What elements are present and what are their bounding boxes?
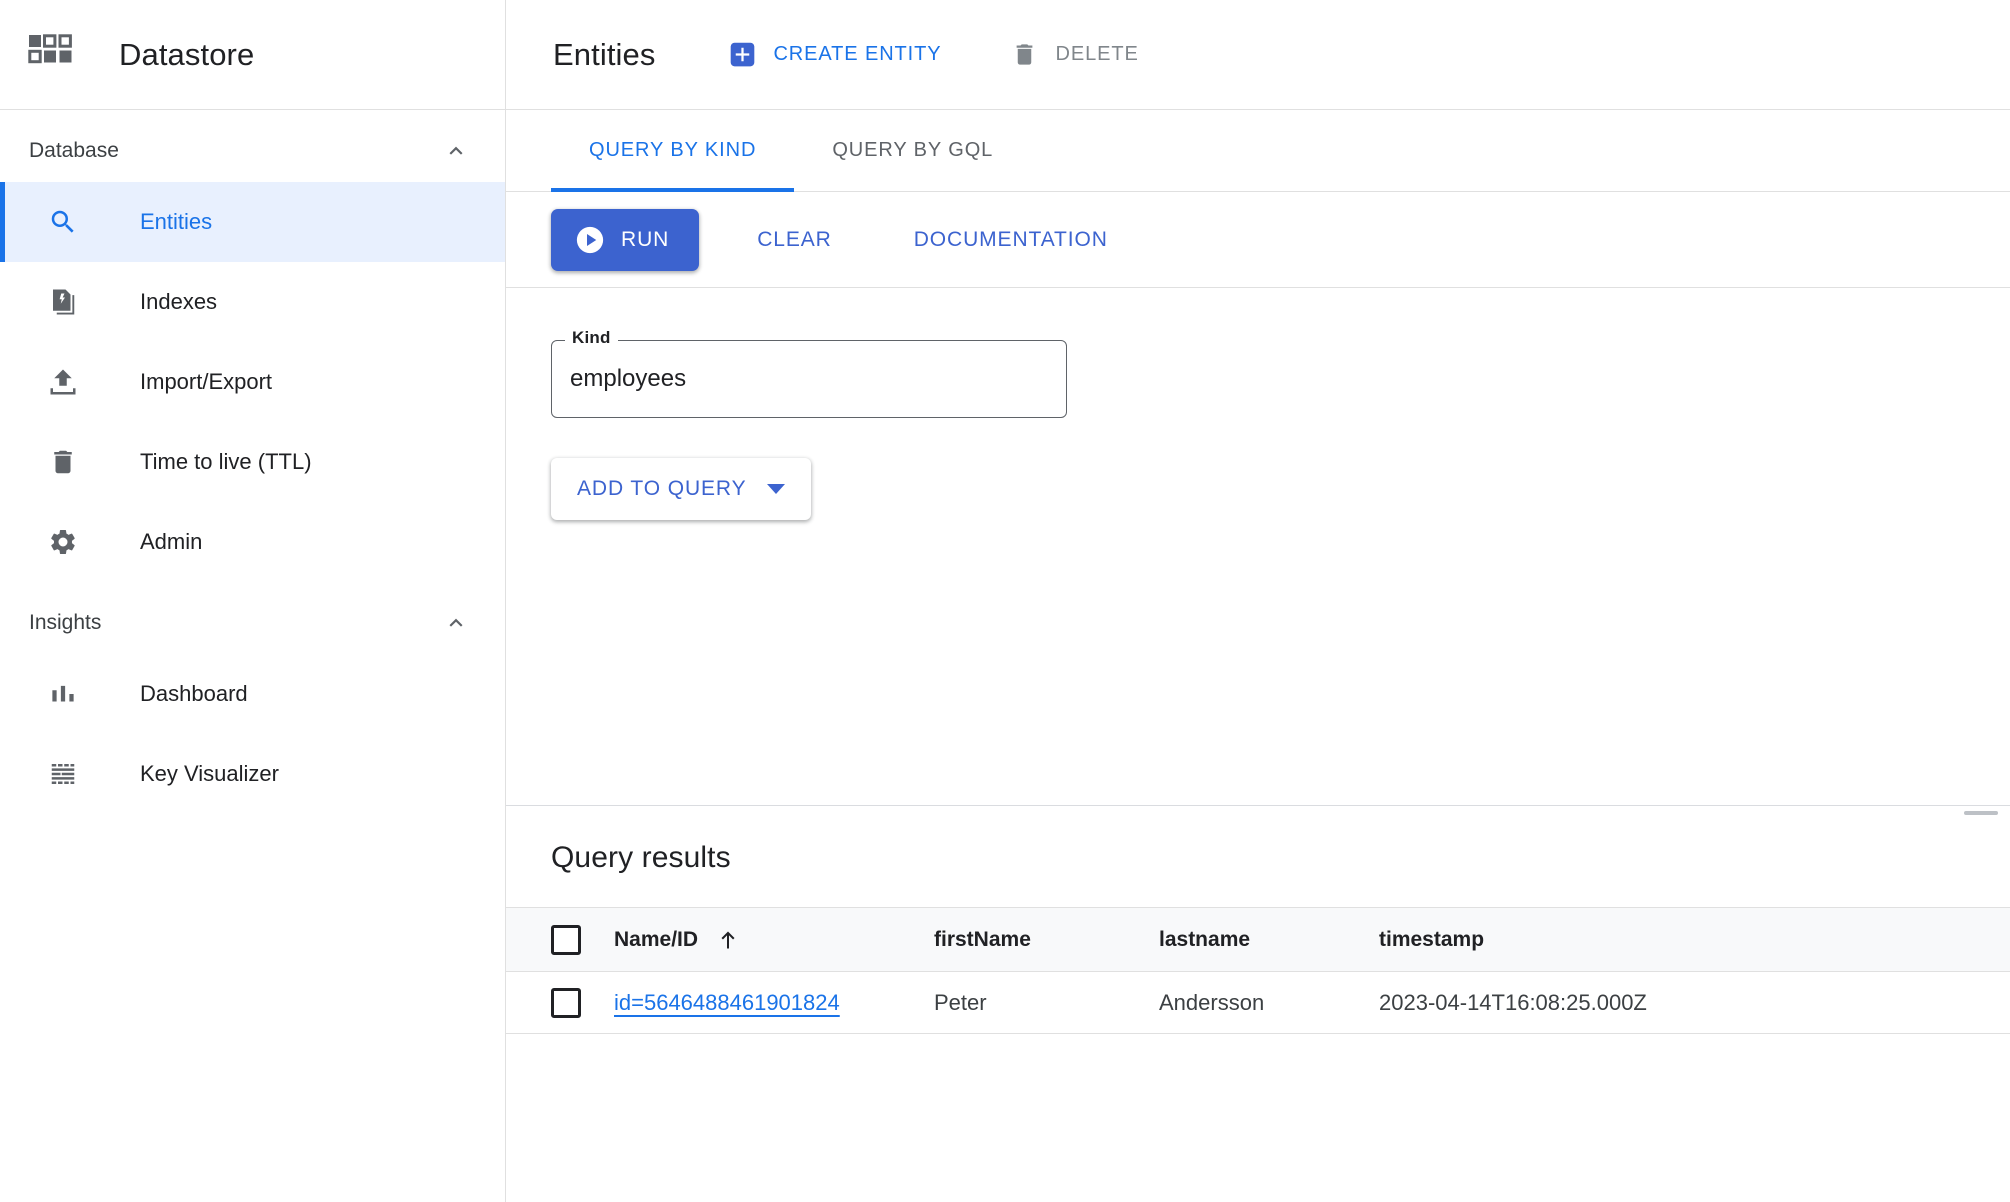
table-body: id=5646488461901824 Peter Andersson 2023… [506, 971, 2010, 1034]
query-results-panel: Query results Name/ID firstName lastname… [506, 805, 2010, 1202]
query-action-row: RUN CLEAR DOCUMENTATION [506, 192, 2010, 288]
sidebar-item-label: Admin [140, 529, 203, 554]
bar-chart-icon [47, 678, 79, 710]
clear-query-button[interactable]: CLEAR [741, 216, 848, 264]
page-header: Entities CREATE ENTITY DELETE [506, 0, 2010, 110]
tab-label: QUERY BY KIND [589, 139, 757, 161]
documentation-link-button[interactable]: DOCUMENTATION [898, 216, 1124, 264]
kind-input[interactable]: employees [570, 365, 686, 393]
sidebar-section-database-header[interactable]: Database [0, 120, 505, 182]
row-select-cell [506, 971, 614, 1034]
add-to-query-button[interactable]: ADD TO QUERY [551, 458, 811, 520]
sidebar-item-label: Import/Export [140, 369, 273, 394]
column-label: lastname [1159, 927, 1251, 951]
column-label: Name/ID [614, 927, 699, 951]
run-label: RUN [621, 227, 670, 251]
sidebar-section-label: Database [29, 139, 119, 162]
column-label: timestamp [1379, 927, 1485, 951]
main-content: Entities CREATE ENTITY DELETE QUERY BY K… [506, 0, 2010, 1202]
chevron-up-icon[interactable] [443, 138, 469, 164]
sidebar: Datastore Database Entities Indexes Impo… [0, 0, 506, 1202]
delete-label: DELETE [1055, 43, 1139, 65]
entity-id-link[interactable]: id=5646488461901824 [614, 990, 840, 1015]
kind-field[interactable]: employees Kind [551, 328, 1067, 418]
results-panel-resize-handle[interactable] [1964, 811, 1998, 815]
column-label: firstName [934, 927, 1031, 951]
select-all-header [506, 907, 614, 972]
page-title: Entities [553, 36, 656, 72]
sidebar-item-label: Dashboard [140, 681, 248, 706]
sidebar-item-label: Entities [140, 209, 213, 234]
cell-firstname: Peter [934, 971, 1159, 1034]
column-header-lastname[interactable]: lastname [1159, 907, 1379, 972]
cell-timestamp: 2023-04-14T16:08:25.000Z [1379, 971, 2010, 1034]
run-query-button[interactable]: RUN [551, 208, 700, 271]
play-circle-icon [575, 225, 605, 255]
sidebar-item-admin[interactable]: Admin [0, 502, 505, 582]
table-header: Name/ID firstName lastname timestamp [506, 907, 2010, 972]
tab-query-by-kind[interactable]: QUERY BY KIND [551, 110, 795, 192]
query-results-table: Name/ID firstName lastname timestamp id=… [506, 907, 2010, 1034]
tab-query-by-gql[interactable]: QUERY BY GQL [794, 110, 1031, 191]
sidebar-item-label: Key Visualizer [140, 761, 279, 786]
index-document-icon [47, 286, 79, 318]
delete-button[interactable]: DELETE [997, 31, 1152, 78]
tab-label: QUERY BY GQL [832, 139, 994, 161]
sidebar-item-indexes[interactable]: Indexes [0, 262, 505, 342]
chevron-up-icon[interactable] [443, 610, 469, 636]
upload-icon [47, 366, 79, 398]
table-header-row: Name/ID firstName lastname timestamp [506, 907, 2010, 972]
column-header-firstname[interactable]: firstName [934, 907, 1159, 972]
sidebar-item-import-export[interactable]: Import/Export [0, 342, 505, 422]
sidebar-item-label: Indexes [140, 289, 218, 314]
search-icon [47, 206, 79, 238]
query-builder-panel: employees Kind ADD TO QUERY [506, 288, 2010, 805]
sidebar-item-key-visualizer[interactable]: Key Visualizer [0, 734, 505, 814]
query-results-title: Query results [551, 841, 731, 874]
sidebar-item-time-to-live[interactable]: Time to live (TTL) [0, 422, 505, 502]
table-row[interactable]: id=5646488461901824 Peter Andersson 2023… [506, 971, 2010, 1034]
results-empty-space [506, 1034, 2010, 1202]
sidebar-item-label: Time to live (TTL) [140, 449, 312, 474]
kind-field-box[interactable]: employees [551, 340, 1067, 418]
datastore-grid-logo-icon [28, 33, 74, 76]
plus-box-icon [729, 41, 756, 68]
caret-down-icon [766, 484, 785, 494]
query-mode-tabs: QUERY BY KIND QUERY BY GQL [506, 110, 2010, 192]
cell-lastname: Andersson [1159, 971, 1379, 1034]
clear-label: CLEAR [757, 227, 832, 251]
create-entity-label: CREATE ENTITY [773, 43, 942, 65]
documentation-label: DOCUMENTATION [913, 227, 1108, 251]
create-entity-button[interactable]: CREATE ENTITY [715, 31, 955, 78]
sidebar-item-dashboard[interactable]: Dashboard [0, 654, 505, 734]
row-checkbox[interactable] [551, 987, 581, 1018]
brand-title: Datastore [119, 36, 255, 72]
column-header-name-id[interactable]: Name/ID [614, 907, 934, 972]
gear-icon [47, 526, 79, 558]
column-header-timestamp[interactable]: timestamp [1379, 907, 2010, 972]
arrow-up-icon [716, 928, 740, 952]
add-to-query-label: ADD TO QUERY [577, 477, 747, 500]
sidebar-item-entities[interactable]: Entities [0, 182, 505, 262]
app-root: Datastore Database Entities Indexes Impo… [0, 0, 2010, 1202]
key-visualizer-grid-icon [47, 758, 79, 790]
sidebar-section-label: Insights [29, 611, 102, 634]
cell-name-id: id=5646488461901824 [614, 971, 934, 1034]
sidebar-section-insights-header[interactable]: Insights [0, 592, 505, 654]
brand-header: Datastore [0, 0, 505, 110]
kind-field-label: Kind [565, 328, 618, 348]
select-all-checkbox[interactable] [551, 924, 581, 955]
trash-icon [47, 446, 79, 478]
trash-icon [1011, 41, 1038, 68]
page-header-actions: CREATE ENTITY DELETE [715, 31, 1152, 78]
